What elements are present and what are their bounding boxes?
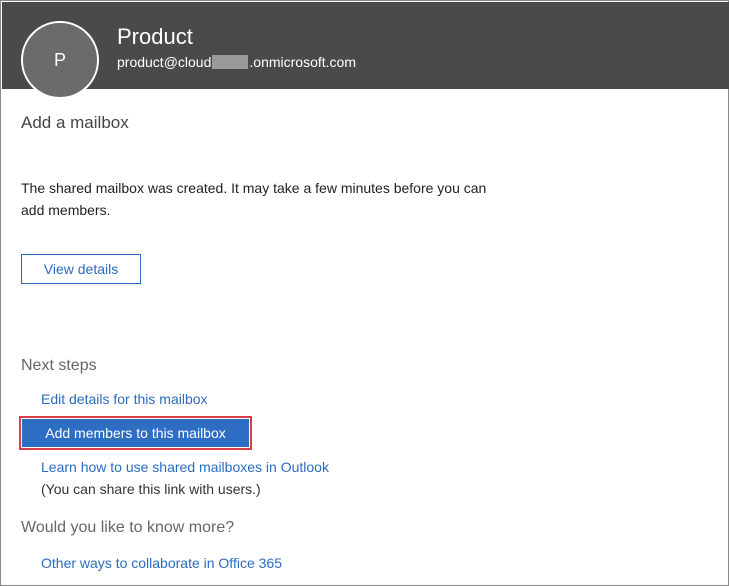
know-more-heading: Would you like to know more?	[21, 519, 235, 536]
redacted-block	[212, 55, 249, 69]
mailbox-email: product@cloud .onmicrosoft.com	[117, 54, 356, 70]
confirmation-message: The shared mailbox was created. It may t…	[21, 180, 487, 218]
mailbox-header: Product product@cloud .onmicrosoft.com	[2, 2, 729, 89]
view-details-button[interactable]: View details	[21, 254, 141, 284]
avatar-initial: P	[53, 49, 66, 70]
share-note: (You can share this link with users.)	[41, 481, 261, 497]
panel: Product product@cloud .onmicrosoft.com P …	[0, 0, 729, 586]
mailbox-name: Product	[117, 24, 193, 49]
section-title: Add a mailbox	[21, 113, 129, 132]
learn-shared-mailboxes-link[interactable]: Learn how to use shared mailboxes in Out…	[41, 459, 329, 475]
add-members-button[interactable]: Add members to this mailbox	[22, 419, 249, 447]
next-steps-heading: Next steps	[21, 357, 97, 374]
avatar: P	[21, 21, 99, 99]
edit-details-link[interactable]: Edit details for this mailbox	[41, 391, 208, 407]
email-prefix: product@cloud	[117, 54, 212, 70]
email-suffix: .onmicrosoft.com	[249, 54, 356, 70]
other-ways-link[interactable]: Other ways to collaborate in Office 365	[41, 555, 282, 571]
